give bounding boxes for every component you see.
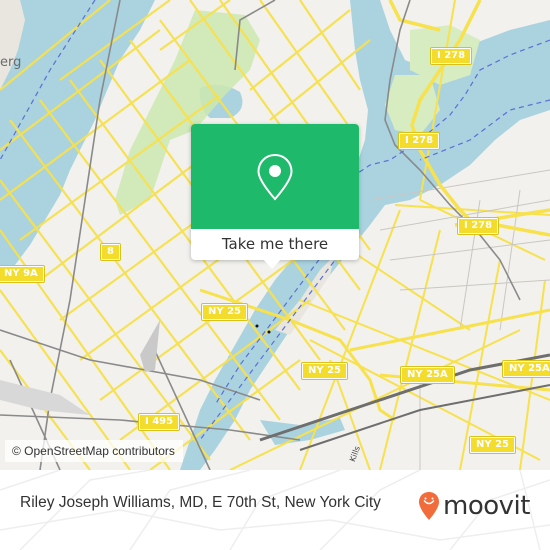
moovit-wordmark: moovit	[443, 491, 530, 521]
highway-shield-ny25: NY 25	[300, 362, 349, 380]
highway-shield-i278: I 278	[397, 132, 441, 150]
highway-shield-i495: I 495	[137, 413, 181, 431]
take-me-there-button[interactable]: Take me there	[191, 229, 359, 260]
footer: Riley Joseph Williams, MD, E 70th St, Ne…	[0, 470, 550, 550]
highway-shield-i278: I 278	[456, 217, 500, 235]
highway-shield-ny25: NY 25	[200, 303, 249, 321]
location-pin-icon	[257, 153, 293, 200]
map-attribution[interactable]: © OpenStreetMap contributors	[5, 440, 183, 462]
map-view[interactable]: erg Kills I 278 I 278 I 278 8 NY 9A NY 2…	[0, 0, 550, 470]
popup-pointer	[263, 259, 281, 269]
highway-shield-i278: I 278	[429, 47, 473, 65]
moovit-logo[interactable]: moovit	[418, 491, 530, 521]
place-name: Riley Joseph Williams, MD, E 70th St, Ne…	[20, 494, 381, 511]
highway-shield-8: 8	[100, 243, 121, 261]
highway-shield-ny9a: NY 9A	[0, 265, 45, 283]
popup-header	[191, 124, 359, 229]
location-popup: Take me there	[191, 124, 359, 269]
moovit-pin-icon	[419, 492, 439, 520]
place-label: erg	[0, 55, 22, 70]
highway-shield-ny25: NY 25	[468, 436, 517, 454]
highway-shield-ny25a: NY 25A	[400, 366, 455, 384]
highway-shield-ny25a: NY 25A	[502, 360, 550, 378]
